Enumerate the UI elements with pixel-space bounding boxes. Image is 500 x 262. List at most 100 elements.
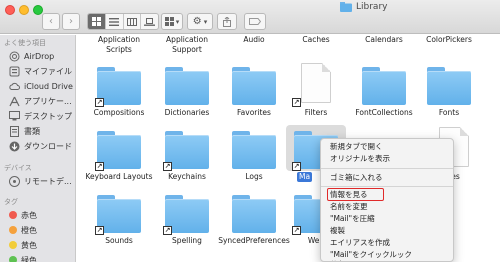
sidebar-item-label: AirDrop <box>24 51 55 61</box>
sidebar-tag-orange[interactable]: 橙色 <box>9 223 37 237</box>
menu-item-compress[interactable]: "Mail"を圧縮 <box>330 214 375 224</box>
file-item[interactable]: Dictionaries <box>153 63 221 119</box>
file-item[interactable]: Application Support <box>153 35 221 57</box>
gallery-icon <box>144 17 156 26</box>
finder-window: ‹ › ▾ ⚙ ▾ Library よく使う項目 AirDrop マイファイル … <box>0 0 500 262</box>
icon-view-button[interactable] <box>88 14 106 29</box>
file-item[interactable]: Fonts <box>415 63 483 119</box>
sidebar-item-label: アプリケー... <box>24 96 72 106</box>
chevron-down-icon: ▾ <box>175 17 180 26</box>
list-view-button[interactable] <box>106 14 124 29</box>
tags-header: タグ <box>4 198 18 206</box>
file-item[interactable]: ColorPickers <box>415 35 483 57</box>
menu-item-get-info[interactable]: 情報を見る <box>330 190 368 200</box>
sidebar-item-label: 書類 <box>24 126 40 136</box>
minimize-window-button[interactable] <box>19 5 29 15</box>
share-icon <box>223 16 231 27</box>
file-item[interactable]: FontCollections <box>350 63 418 119</box>
sidebar-item-icloud-drive[interactable]: iCloud Drive <box>9 79 73 93</box>
sidebar-tag-yellow[interactable]: 黄色 <box>9 238 37 252</box>
sidebar-item-desktop[interactable]: デスクトップ <box>9 109 72 123</box>
action-menu-button[interactable]: ⚙ ▾ <box>187 13 213 30</box>
sidebar-item-documents[interactable]: 書類 <box>9 124 40 138</box>
sidebar-item-label: 黄色 <box>21 240 37 250</box>
close-window-button[interactable] <box>5 5 15 15</box>
folder-icon <box>340 2 352 12</box>
folder-icon <box>232 131 276 169</box>
file-item[interactable]: Logs <box>220 127 288 183</box>
file-name-line2: Support <box>172 45 202 54</box>
toolbar: ‹ › ▾ ⚙ ▾ Library <box>0 0 500 34</box>
file-item[interactable]: Application Scripts <box>85 35 153 57</box>
window-title: Library <box>340 1 387 13</box>
sidebar-item-my-files[interactable]: マイファイル <box>9 64 72 78</box>
sidebar-item-applications[interactable]: アプリケー... <box>9 94 72 108</box>
gallery-view-button[interactable] <box>141 14 158 29</box>
menu-item-duplicate[interactable]: 複製 <box>330 226 345 236</box>
applications-icon <box>9 96 20 107</box>
alias-arrow-icon: ↗ <box>95 98 104 107</box>
alias-arrow-icon: ↗ <box>292 98 301 107</box>
sidebar-tag-green[interactable]: 緑色 <box>9 253 37 262</box>
all-files-icon <box>9 66 20 77</box>
share-button[interactable] <box>217 13 237 30</box>
group-by-button[interactable]: ▾ <box>161 13 183 30</box>
sidebar-item-label: 緑色 <box>21 255 37 262</box>
sidebar-item-label: 赤色 <box>21 210 37 220</box>
sidebar-item-label: マイファイル <box>24 66 72 76</box>
file-item[interactable]: Caches <box>282 35 350 57</box>
file-item[interactable]: ↗ Keyboard Layouts <box>85 127 153 183</box>
yellow-tag-dot-icon <box>9 241 17 249</box>
icon-grid-icon <box>91 17 101 26</box>
column-view-button[interactable] <box>124 14 142 29</box>
alias-arrow-icon: ↗ <box>163 226 172 235</box>
file-item[interactable]: ↗ Compositions <box>85 63 153 119</box>
folder-icon: ↗ <box>163 195 209 235</box>
sidebar-item-label: デスクトップ <box>24 111 72 121</box>
group-grid-icon <box>164 17 174 26</box>
green-tag-dot-icon <box>9 256 17 262</box>
sidebar-item-remote-disc[interactable]: リモートデ... <box>9 174 72 188</box>
alias-arrow-icon: ↗ <box>292 226 301 235</box>
menu-item-quick-look[interactable]: "Mail"をクイックルック <box>330 250 412 260</box>
menu-item-open-new-tab[interactable]: 新規タブで開く <box>330 142 383 152</box>
sidebar-tag-red[interactable]: 赤色 <box>9 208 37 222</box>
edit-tags-button[interactable] <box>244 13 266 30</box>
window-title-text: Library <box>356 2 388 12</box>
downloads-icon <box>9 141 20 152</box>
folder-icon <box>427 67 471 105</box>
menu-item-move-to-trash[interactable]: ゴミ箱に入れる <box>330 173 383 183</box>
menu-separator <box>321 168 453 169</box>
sidebar-item-downloads[interactable]: ダウンロード <box>9 139 72 153</box>
documents-icon <box>9 125 20 137</box>
cloud-icon <box>9 81 20 92</box>
file-item[interactable]: ↗ Sounds <box>85 191 153 247</box>
folder-icon: ↗ <box>95 195 141 235</box>
favorites-header: よく使う項目 <box>4 39 46 47</box>
file-item[interactable]: Calendars <box>350 35 418 57</box>
menu-item-show-original[interactable]: オリジナルを表示 <box>330 154 390 164</box>
alias-arrow-icon: ↗ <box>163 162 172 171</box>
alias-arrow-icon: ↗ <box>95 226 104 235</box>
folder-icon <box>362 67 406 105</box>
sidebar-item-label: 橙色 <box>21 225 37 235</box>
file-item[interactable]: ↗ Filters <box>282 63 350 119</box>
folder-icon: ↗ <box>163 131 209 171</box>
menu-item-rename[interactable]: 名前を変更 <box>330 202 368 212</box>
orange-tag-dot-icon <box>9 226 17 234</box>
devices-header: デバイス <box>4 164 32 172</box>
menu-item-make-alias[interactable]: エイリアスを作成 <box>330 238 390 248</box>
airdrop-icon <box>9 51 20 62</box>
menu-separator <box>321 186 453 187</box>
forward-button[interactable]: › <box>62 13 80 30</box>
back-button[interactable]: ‹ <box>42 13 60 30</box>
view-mode-selector <box>87 13 159 30</box>
sidebar-item-label: リモートデ... <box>24 176 72 186</box>
sidebar-item-label: iCloud Drive <box>24 81 73 91</box>
folder-icon <box>232 67 276 105</box>
chevron-left-icon: ‹ <box>49 16 53 27</box>
remote-disc-icon <box>9 175 20 187</box>
file-item[interactable]: ↗ Spelling <box>153 191 221 247</box>
file-item[interactable]: ↗ Keychains <box>153 127 221 183</box>
sidebar-item-airdrop[interactable]: AirDrop <box>9 49 54 63</box>
